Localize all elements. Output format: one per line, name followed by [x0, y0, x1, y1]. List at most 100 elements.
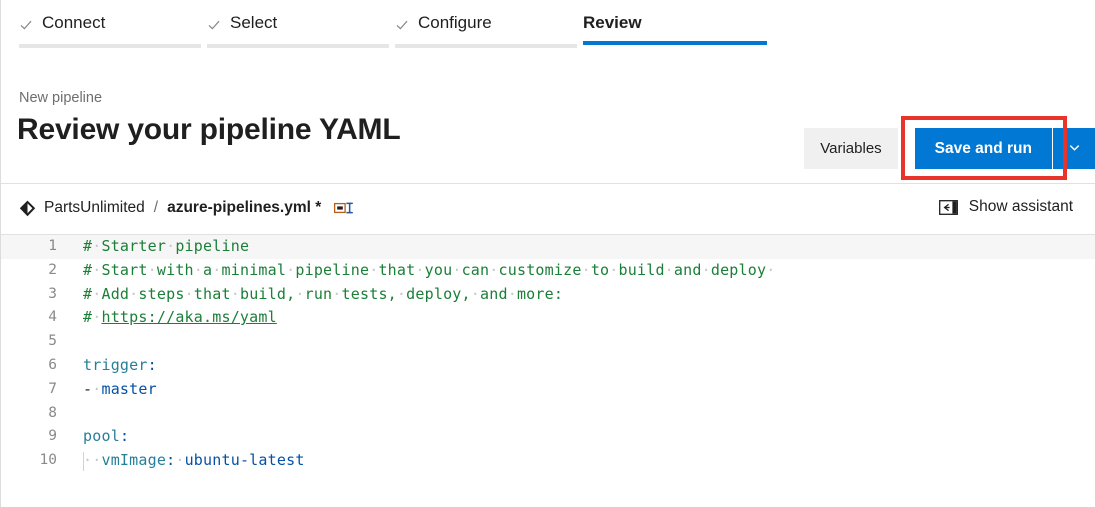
whitespace-dot: ·: [332, 284, 342, 303]
line-text: #·Starter·pipeline: [83, 235, 249, 259]
code-token: build: [618, 260, 665, 279]
whitespace-dot: ·: [581, 260, 591, 279]
whitespace-dot: ·: [184, 284, 194, 303]
whitespace-dot: ·: [147, 260, 157, 279]
code-token: ubuntu-latest: [184, 451, 305, 470]
whitespace-dot: ·: [489, 260, 499, 279]
whitespace-dot: ·: [766, 260, 776, 279]
wizard-step-connect-rule: [19, 44, 201, 48]
line-text: #·Add·steps·that·build,·run·tests,·deplo…: [83, 283, 563, 307]
line-text: trigger:: [83, 354, 157, 378]
code-token: https://aka.ms/yaml: [101, 308, 277, 327]
whitespace-dot: ·: [166, 237, 176, 255]
code-token: pipeline: [175, 237, 250, 255]
code-line[interactable]: 6 trigger:: [1, 354, 1095, 378]
code-token: :: [147, 355, 157, 374]
whitespace-dot: ·: [295, 284, 305, 303]
code-line[interactable]: 2 #·Start·with·a·minimal·pipeline·that·yo…: [1, 259, 1095, 283]
code-line[interactable]: 4 #·https://aka.ms/yaml: [1, 306, 1095, 330]
path-separator: /: [153, 199, 159, 216]
pipeline-review-page: Connect Select Configure Review New pipe…: [0, 0, 1095, 507]
code-token: steps: [138, 284, 185, 303]
code-token: and: [480, 284, 508, 303]
wizard-step-select-label-row: Select: [207, 12, 395, 34]
show-assistant-button[interactable]: Show assistant: [938, 197, 1073, 217]
code-token: #: [83, 284, 93, 303]
code-line[interactable]: 5: [1, 330, 1095, 354]
line-number: 7: [48, 380, 57, 397]
code-token: can: [461, 260, 490, 279]
code-token: trigger: [83, 355, 148, 374]
whitespace-dot: ·: [470, 284, 481, 303]
save-and-run-group: Save and run: [900, 116, 1095, 180]
check-icon: [395, 16, 409, 30]
wizard-step-select[interactable]: Select: [207, 12, 395, 56]
azure-repos-icon: [19, 200, 36, 217]
line-text: #·Start·with·a·minimal·pipeline·that·you…: [83, 259, 775, 283]
whitespace-dot: ·: [507, 284, 517, 303]
check-icon: [207, 16, 221, 30]
line-number: 1: [48, 238, 57, 254]
wizard-step-review[interactable]: Review: [583, 12, 771, 56]
code-line[interactable]: 7 -·master: [1, 378, 1095, 402]
code-line[interactable]: 9 pool:: [1, 425, 1095, 449]
code-line[interactable]: 3 #·Add·steps·that·build,·run·tests,·depl…: [1, 283, 1095, 307]
rename-icon[interactable]: [334, 201, 354, 215]
wizard-step-connect[interactable]: Connect: [19, 12, 207, 56]
wizard-step-configure[interactable]: Configure: [395, 12, 583, 56]
chevron-down-icon: [1067, 140, 1082, 158]
wizard-step-configure-label: Configure: [418, 13, 492, 32]
wizard-step-review-label-row: Review: [583, 12, 771, 34]
code-token: #: [83, 308, 93, 327]
page-title: Review your pipeline YAML: [17, 113, 401, 146]
file-bar: PartsUnlimited / azure-pipelines.yml * S…: [1, 184, 1095, 234]
code-token: that: [193, 284, 231, 303]
line-number: 5: [48, 333, 57, 350]
code-token: a: [203, 260, 213, 279]
whitespace-dot: ·: [701, 260, 711, 279]
whitespace-dot: ·: [175, 451, 185, 470]
code-line[interactable]: 1 #·Starter·pipeline: [1, 235, 1095, 259]
code-token: vmImage: [101, 451, 167, 470]
save-and-run-dropdown-button[interactable]: [1053, 128, 1095, 169]
whitespace-dot: ·: [286, 260, 296, 279]
yaml-editor[interactable]: 1 #·Starter·pipeline 2 #·Start·with·a·minim…: [1, 234, 1095, 480]
code-token: deploy,: [406, 284, 471, 303]
code-token: and: [673, 260, 702, 279]
code-token: with: [156, 260, 194, 279]
line-number: 10: [39, 452, 57, 469]
show-assistant-label: Show assistant: [968, 198, 1073, 215]
line-number: 4: [48, 309, 57, 326]
line-number: 3: [48, 285, 57, 302]
wizard-step-configure-rule: [395, 44, 577, 48]
line-text: ··vmImage:·ubuntu-latest: [83, 449, 305, 473]
code-line[interactable]: 10 ··vmImage:·ubuntu-latest: [1, 449, 1095, 473]
code-token: customize: [498, 260, 582, 279]
variables-button[interactable]: Variables: [804, 128, 898, 169]
wizard-step-select-label: Select: [230, 13, 278, 32]
file-name: azure-pipelines.yml *: [167, 199, 322, 216]
line-number: 2: [48, 261, 57, 278]
save-and-run-button[interactable]: Save and run: [914, 128, 1052, 169]
breadcrumb: New pipeline: [19, 90, 103, 106]
code-token: master: [101, 379, 157, 398]
code-token: to: [590, 260, 610, 279]
code-line[interactable]: 8: [1, 402, 1095, 426]
whitespace-dot: ·: [664, 260, 674, 279]
page-header: New pipeline Review your pipeline YAML V…: [1, 56, 1095, 183]
wizard-step-configure-label-row: Configure: [395, 12, 583, 34]
line-text: #·https://aka.ms/yaml: [83, 306, 277, 330]
code-token: pool: [83, 427, 120, 446]
whitespace-dot: ·: [230, 284, 240, 303]
code-token: Starter: [101, 237, 167, 255]
line-number: 6: [48, 356, 57, 373]
wizard-step-connect-label: Connect: [42, 13, 106, 32]
wizard-step-select-rule: [207, 44, 389, 48]
code-token: that: [378, 260, 416, 279]
line-text: pool:: [83, 425, 129, 449]
check-icon: [19, 16, 33, 30]
whitespace-dot: ·: [396, 284, 407, 303]
repo-name[interactable]: PartsUnlimited: [44, 198, 145, 218]
file-breadcrumb: PartsUnlimited / azure-pipelines.yml *: [19, 198, 354, 218]
whitespace-dot: ··: [83, 451, 102, 470]
